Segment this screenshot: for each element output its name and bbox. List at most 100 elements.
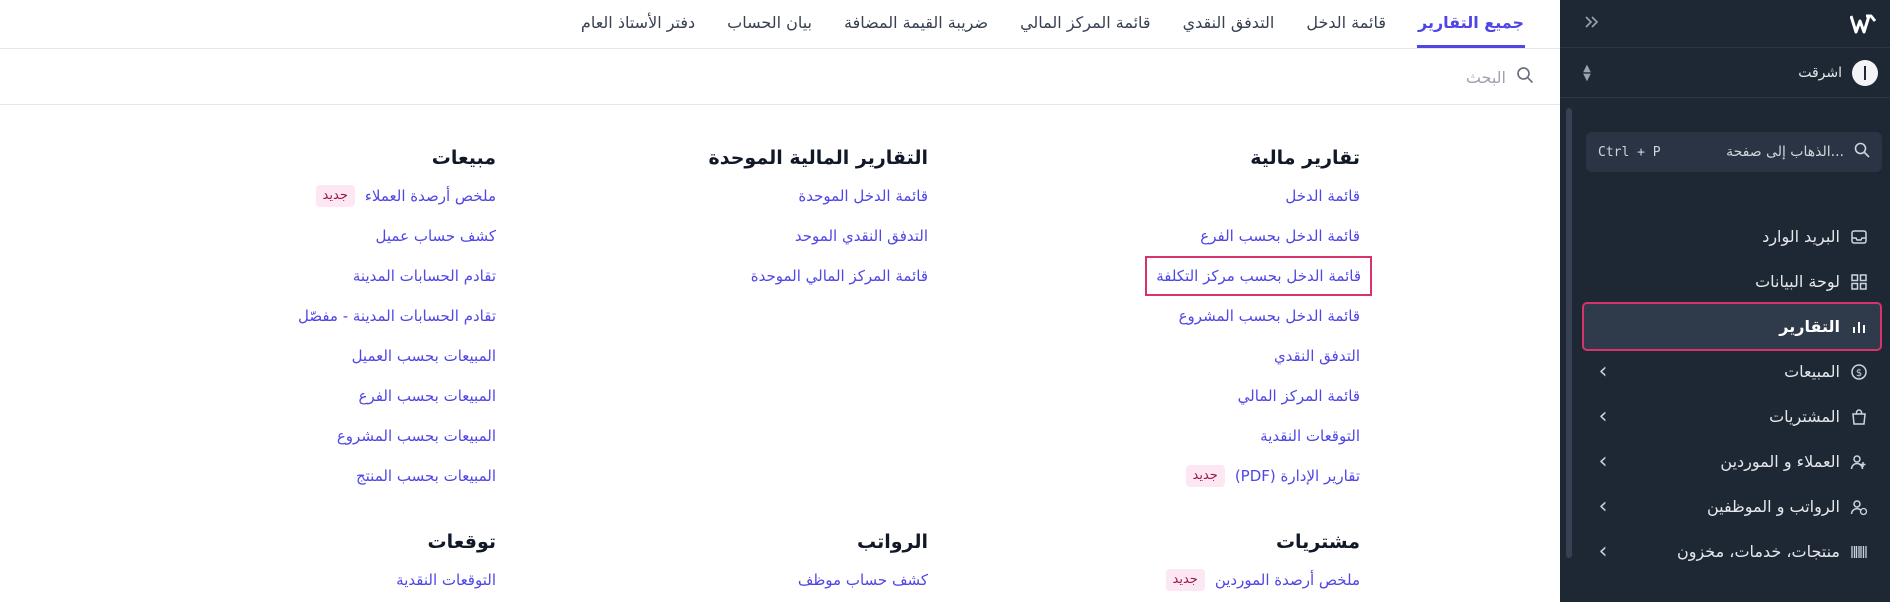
report-link-label: قائمة الدخل بحسب مركز التكلفة [1145, 256, 1372, 296]
report-section: تقارير مالية قائمة الدخل قائمة الدخل بحسب … [928, 140, 1372, 496]
report-link-label: قائمة الدخل [1285, 187, 1360, 205]
empty-row [496, 296, 928, 336]
section-title: توقعات [427, 531, 496, 553]
new-badge: جديد [1185, 465, 1225, 487]
report-column: تقارير مالية قائمة الدخل قائمة الدخل بحسب … [928, 140, 1372, 602]
org-name: اشرقت [1798, 64, 1842, 81]
sidebar-item-label: التقارير [1779, 317, 1840, 336]
report-column: مبيعات ملخص أرصدة العملاء جديد كشف حساب عمي… [64, 140, 496, 602]
report-link[interactable]: ملخص أرصدة العملاء جديد [64, 176, 496, 216]
report-link[interactable]: تقادم الحسابات المدينة - مفصّل [64, 296, 496, 336]
org-switcher[interactable]: ▲ ▼ اشرقت [1560, 47, 1890, 98]
goto-page-search[interactable]: Ctrl + P الذهاب إلى صفحة... [1586, 132, 1882, 172]
report-link-label: التدفق النقدي الموحد [794, 227, 928, 245]
sidebar-header [1560, 0, 1890, 47]
report-columns: تقارير مالية قائمة الدخل قائمة الدخل بحسب … [64, 140, 1372, 602]
report-link[interactable]: المبيعات بحسب العميل [64, 336, 496, 376]
tab[interactable]: جميع التقارير [1416, 0, 1525, 48]
report-link[interactable]: قائمة الدخل بحسب مركز التكلفة [928, 256, 1372, 296]
section-title: تقارير مالية [1250, 147, 1360, 169]
report-link[interactable]: قائمة المركز المالي الموحدة [496, 256, 928, 296]
chevron-left-icon[interactable]: ‹ [1596, 449, 1610, 474]
sidebar-item[interactable]: ‹ العملاء و الموردين [1584, 439, 1880, 484]
report-link[interactable]: قائمة الدخل بحسب المشروع [928, 296, 1360, 336]
chevron-up-down-icon[interactable]: ▲ ▼ [1580, 63, 1594, 82]
report-link[interactable]: قائمة الدخل بحسب الفرع [928, 216, 1360, 256]
report-link-label: تقادم الحسابات المدينة - مفصّل [297, 307, 496, 325]
report-column: التقارير المالية الموحدة قائمة الدخل المو… [496, 140, 928, 602]
report-link[interactable]: التوقعات النقدية [928, 416, 1360, 456]
tabs-divider [0, 48, 1560, 49]
sidebar-item-label: العملاء و الموردين [1720, 452, 1840, 471]
report-link-list: ملخص أرصدة العملاء جديد كشف حساب عميل تقادم… [64, 176, 496, 496]
sidebar-item-content: الرواتب و الموظفين [1707, 497, 1868, 516]
chevron-left-icon[interactable]: ‹ [1596, 359, 1610, 384]
report-link-label: قائمة المركز المالي الموحدة [750, 267, 928, 285]
report-link-label: المبيعات بحسب المشروع [336, 427, 496, 445]
w-logo-icon[interactable] [1850, 11, 1876, 37]
sidebar: ▲ ▼ اشرقت Ctrl + P الذهاب إلى صفحة... الب… [1560, 0, 1890, 602]
dashboard-icon [1850, 273, 1868, 291]
sidebar-item[interactable]: ‹ المشتريات [1584, 394, 1880, 439]
sidebar-item-label: لوحة البيانات [1755, 272, 1840, 291]
sidebar-scrollbar[interactable] [1566, 108, 1572, 558]
dollar-icon: $ [1850, 363, 1868, 381]
report-link[interactable]: كشف حساب عميل [64, 216, 496, 256]
report-section: التقارير المالية الموحدة قائمة الدخل المو… [496, 140, 928, 496]
tab[interactable]: بيان الحساب [726, 0, 813, 48]
report-link-label: قائمة الدخل الموحدة [798, 187, 928, 205]
tab[interactable]: ضريبة القيمة المضافة [843, 0, 989, 48]
sidebar-item-label: البريد الوارد [1762, 227, 1840, 246]
report-link[interactable]: المبيعات بحسب المشروع [64, 416, 496, 456]
report-link-label: المبيعات بحسب العميل [351, 347, 496, 365]
double-chevron-right-icon[interactable] [1580, 14, 1604, 33]
reports-search-placeholder: البحث [1465, 67, 1506, 87]
report-link[interactable]: التدفق النقدي الموحد [496, 216, 928, 256]
shopping-bag-icon [1850, 408, 1868, 426]
sidebar-item-content: المبيعات $ [1784, 362, 1868, 381]
new-badge: جديد [1165, 569, 1205, 591]
tab[interactable]: قائمة الدخل [1305, 0, 1387, 48]
report-link[interactable]: تقادم الحسابات المدينة [64, 256, 496, 296]
report-link-label: قائمة المركز المالي [1237, 387, 1360, 405]
tab[interactable]: دفتر الأستاذ العام [580, 0, 696, 48]
report-link-list: ملخص أرصدة الموردين جديد [928, 560, 1360, 600]
report-link[interactable]: قائمة المركز المالي [928, 376, 1360, 416]
sidebar-item-content: لوحة البيانات [1755, 272, 1868, 291]
sidebar-item[interactable]: التقارير [1582, 302, 1882, 351]
sidebar-item[interactable]: ‹ المبيعات $ [1584, 349, 1880, 394]
section-title: التقارير المالية الموحدة [708, 147, 928, 169]
report-section: مشتريات ملخص أرصدة الموردين جديد [928, 524, 1360, 600]
report-link-label: ملخص أرصدة الموردين [1214, 571, 1360, 589]
report-link-label: قائمة الدخل بحسب الفرع [1200, 227, 1360, 245]
report-link[interactable]: التدفق النقدي [928, 336, 1360, 376]
chevron-left-icon[interactable]: ‹ [1596, 494, 1610, 519]
tab[interactable]: التدفق النقدي [1182, 0, 1276, 48]
chevron-left-icon[interactable]: ‹ [1596, 404, 1610, 429]
report-link-list: التوقعات النقدية [64, 560, 496, 600]
report-link-label: التوقعات النقدية [1260, 427, 1360, 445]
sidebar-item[interactable]: لوحة البيانات [1584, 259, 1880, 304]
barcode-icon [1850, 543, 1868, 561]
report-link[interactable]: ملخص أرصدة الموردين جديد [928, 560, 1360, 600]
report-link[interactable]: المبيعات بحسب المنتج [64, 456, 496, 496]
report-link[interactable]: تقارير الإدارة (PDF) جديد [928, 456, 1360, 496]
tab[interactable]: قائمة المركز المالي [1019, 0, 1151, 48]
report-link[interactable]: كشف حساب موظف [496, 560, 928, 600]
inbox-icon [1850, 228, 1868, 246]
report-link[interactable]: قائمة الدخل [928, 176, 1360, 216]
report-link[interactable]: التوقعات النقدية [64, 560, 496, 600]
employee-icon [1850, 498, 1868, 516]
report-link-list: كشف حساب موظف [496, 560, 928, 600]
svg-text:$: $ [1856, 368, 1862, 379]
reports-search[interactable]: البحث [1466, 62, 1534, 92]
section-title: الرواتب [856, 531, 928, 553]
sidebar-item[interactable]: البريد الوارد [1584, 214, 1880, 259]
sidebar-item[interactable]: ‹ منتجات، خدمات، مخزون [1584, 529, 1880, 574]
search-icon [1854, 142, 1870, 162]
chevron-left-icon[interactable]: ‹ [1596, 539, 1610, 564]
section-title: مشتريات [1275, 531, 1360, 553]
report-link[interactable]: المبيعات بحسب الفرع [64, 376, 496, 416]
sidebar-item[interactable]: ‹ الرواتب و الموظفين [1584, 484, 1880, 529]
report-link[interactable]: قائمة الدخل الموحدة [496, 176, 928, 216]
